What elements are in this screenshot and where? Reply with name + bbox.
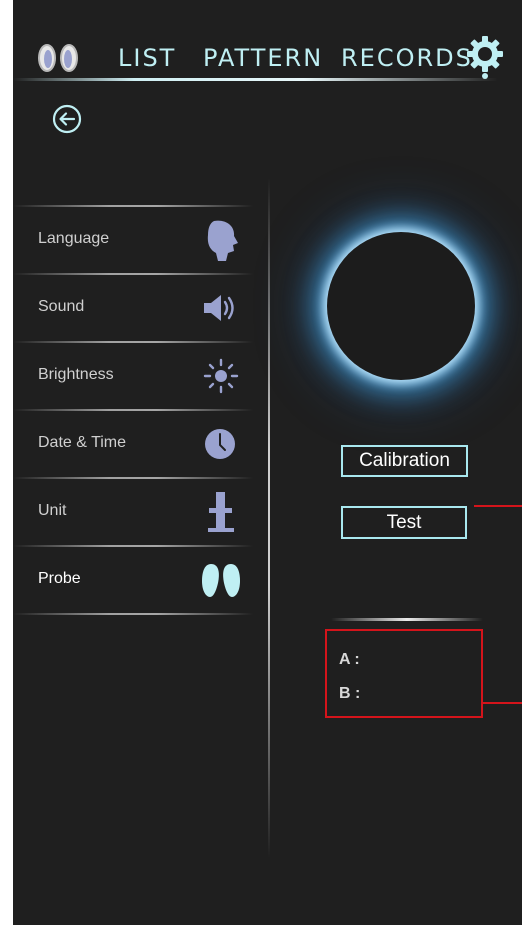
sidebar-item-language[interactable]: Language (13, 205, 253, 273)
reading-b-label: B : (339, 685, 361, 702)
settings-sidebar: Language Sound Brightness Date & Time Un… (13, 205, 253, 615)
gear-icon[interactable] (467, 36, 503, 80)
sidebar-item-label: Unit (38, 502, 67, 519)
divider (13, 205, 253, 207)
tab-pattern[interactable]: PATTERN (203, 44, 323, 72)
probe-status-indicator (327, 232, 475, 380)
height-scale-icon (208, 492, 234, 532)
divider (13, 613, 253, 615)
sidebar-item-label: Probe (38, 570, 81, 587)
sun-icon (203, 358, 239, 394)
test-button[interactable]: Test (341, 506, 467, 539)
head-profile-icon (207, 220, 238, 261)
sidebar-item-date-time[interactable]: Date & Time (13, 409, 253, 477)
top-nav: LIST PATTERN RECORDS (13, 36, 522, 80)
back-arrow-icon[interactable] (51, 103, 83, 135)
vertical-divider (268, 178, 270, 858)
calibration-button[interactable]: Calibration (341, 445, 468, 477)
annotation-box (325, 629, 483, 718)
tab-list[interactable]: LIST (118, 44, 176, 72)
header-divider (13, 78, 498, 81)
reading-a-label: A : (339, 651, 360, 668)
divider (331, 618, 483, 621)
divider (13, 477, 253, 479)
clock-icon (205, 429, 235, 459)
speaker-icon (204, 295, 234, 321)
sidebar-item-sound[interactable]: Sound (13, 273, 253, 341)
app-screen: LIST PATTERN RECORDS Language Sound Brig… (13, 0, 522, 925)
sidebar-item-unit[interactable]: Unit (13, 477, 253, 545)
sidebar-item-label: Sound (38, 298, 85, 315)
divider (13, 273, 253, 275)
sidebar-item-brightness[interactable]: Brightness (13, 341, 253, 409)
annotation-line (474, 505, 522, 507)
probe-icon (202, 564, 240, 597)
sidebar-item-label: Language (38, 230, 110, 247)
tab-records[interactable]: RECORDS (341, 44, 473, 72)
divider (13, 409, 253, 411)
divider (13, 341, 253, 343)
sidebar-item-label: Brightness (38, 366, 114, 383)
annotation-line (483, 702, 522, 704)
sidebar-item-probe[interactable]: Probe (13, 545, 253, 613)
divider (13, 545, 253, 547)
sidebar-item-label: Date & Time (38, 434, 127, 451)
probe-pair-icon[interactable] (33, 42, 83, 74)
